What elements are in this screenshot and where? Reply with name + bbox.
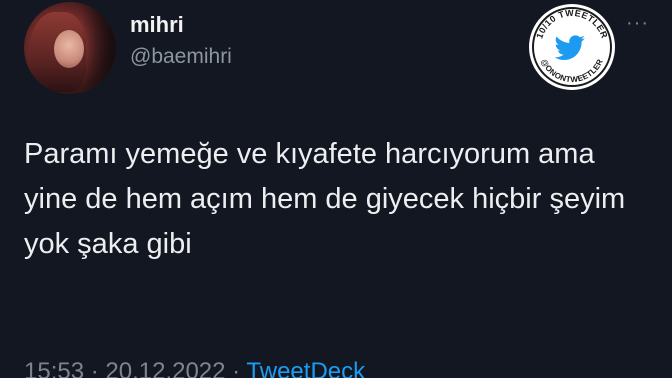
more-options-icon[interactable]: ··· <box>626 12 649 35</box>
avatar[interactable] <box>24 2 116 94</box>
user-name[interactable]: mihri <box>130 12 184 38</box>
tweet-source-link[interactable]: TweetDeck <box>246 358 365 378</box>
user-handle[interactable]: @baemihri <box>130 45 232 69</box>
tweet-text: Paramı yemeğe ve kıyafete harcıyorum ama… <box>24 138 626 260</box>
avatar-face <box>54 30 84 68</box>
avatar-shade <box>82 2 116 94</box>
ononTweetler-badge: 10/10 TWEETLER @ONONTWEETLER <box>529 4 615 90</box>
tweet-meta: 15:53 · 20.12.2022 · TweetDeck <box>24 358 365 378</box>
tweet-timestamp[interactable]: 15:53 · 20.12.2022 · <box>24 358 240 378</box>
